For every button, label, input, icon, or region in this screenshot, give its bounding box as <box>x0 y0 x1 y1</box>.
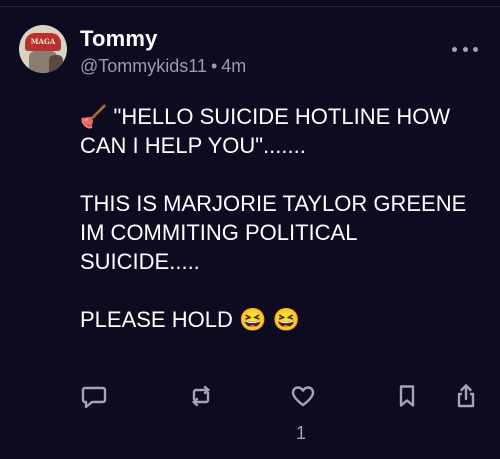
post[interactable]: MAGA Tommy @Tommykids11 • 4m 🪠 "HELLO SUIC… <box>0 0 500 459</box>
meta-separator: • <box>210 56 218 76</box>
post-meta: @Tommykids11 • 4m <box>80 56 246 77</box>
post-actions <box>80 382 480 412</box>
heart-icon <box>291 386 315 407</box>
post-text: 🪠 "HELLO SUICIDE HOTLINE HOW CAN I HELP … <box>80 104 467 332</box>
reply-button[interactable] <box>80 382 108 410</box>
author-display-name[interactable]: Tommy <box>80 26 158 52</box>
like-button[interactable] <box>289 382 317 410</box>
bookmark-button[interactable] <box>393 382 421 410</box>
more-dot <box>473 46 478 52</box>
bookmark-icon <box>399 385 415 407</box>
post-timestamp[interactable]: 4m <box>221 56 246 76</box>
share-button[interactable] <box>452 382 480 410</box>
like-count: 1 <box>296 423 307 443</box>
share-icon <box>457 384 475 408</box>
avatar-figure-secondary <box>49 55 63 73</box>
author-handle[interactable]: @Tommykids11 <box>80 56 207 76</box>
avatar[interactable]: MAGA <box>19 25 67 73</box>
repost-arrows-icon <box>192 385 210 407</box>
repost-button[interactable] <box>187 382 215 410</box>
more-dot <box>462 46 468 52</box>
more-options-icon[interactable] <box>452 42 478 56</box>
avatar-hat-text: MAGA <box>30 37 56 46</box>
speech-bubble-icon <box>81 386 107 409</box>
more-dot <box>452 46 457 52</box>
